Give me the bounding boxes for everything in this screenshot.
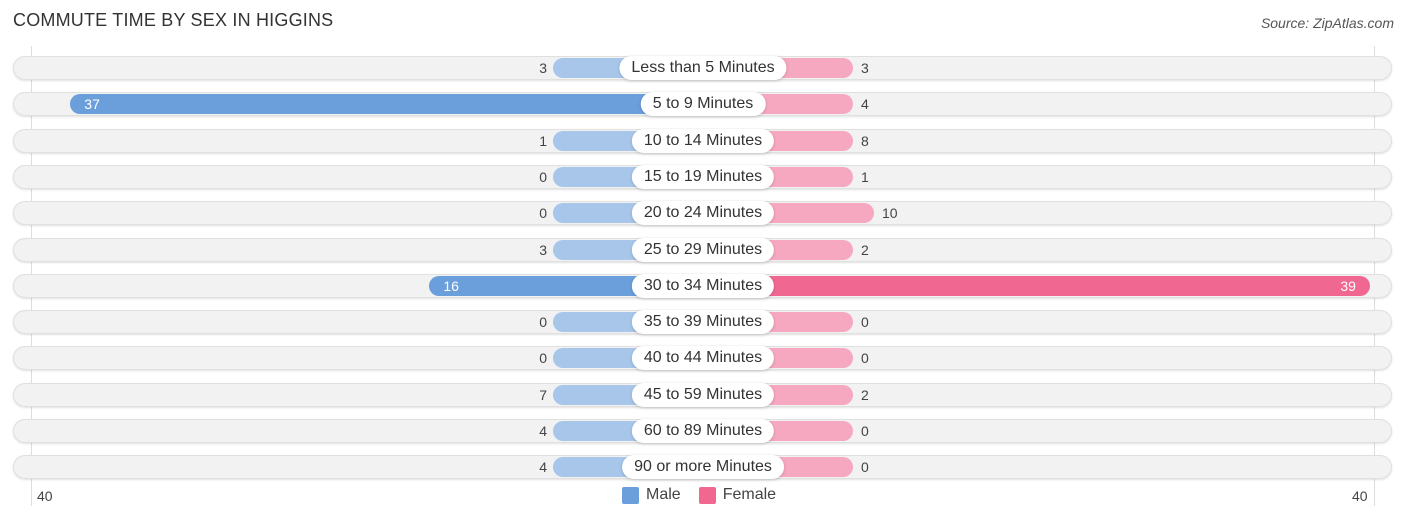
right-axis-tick: 40: [1352, 488, 1368, 504]
legend-item-male[interactable]: Male: [622, 486, 681, 504]
value-male-40-to-44-minutes: 0: [539, 350, 547, 367]
value-female-90-or-more-minutes: 0: [861, 459, 869, 476]
bar-female-30-to-34-minutes[interactable]: [703, 275, 1370, 296]
value-female-60-to-89-minutes: 0: [861, 423, 869, 439]
chart-title: COMMUTE TIME BY SEX IN HIGGINS: [13, 10, 334, 30]
category-label-20-to-24-minutes: 20 to 24 Minutes: [631, 201, 775, 226]
legend: Male Female: [622, 486, 786, 504]
value-male-20-to-24-minutes: 0: [539, 205, 547, 222]
legend-label-male: Male: [646, 486, 681, 503]
value-female-20-to-24-minutes: 10: [882, 205, 898, 222]
category-label-5-to-9-minutes: 5 to 9 Minutes: [640, 92, 766, 117]
value-female-10-to-14-minutes: 8: [861, 132, 869, 149]
value-male-15-to-19-minutes: 0: [539, 168, 547, 185]
value-female-25-to-29-minutes: 2: [861, 241, 869, 258]
category-label-90-or-more-minutes: 90 or more Minutes: [622, 455, 784, 480]
value-female-15-to-19-minutes: 1: [861, 168, 869, 185]
category-label-10-to-14-minutes: 10 to 14 Minutes: [631, 128, 775, 153]
value-male-90-or-more-minutes: 4: [539, 459, 547, 476]
value-male-45-to-59-minutes: 7: [539, 386, 547, 403]
category-label-25-to-29-minutes: 25 to 29 Minutes: [631, 237, 775, 262]
value-female-40-to-44-minutes: 0: [861, 350, 869, 367]
legend-swatch-female: [698, 486, 716, 504]
value-male-10-to-14-minutes: 1: [539, 132, 547, 149]
category-label-45-to-59-minutes: 45 to 59 Minutes: [631, 382, 775, 407]
left-axis-tick: 40: [37, 488, 53, 504]
value-female-less-than-5-minutes: 3: [861, 60, 869, 76]
category-label-30-to-34-minutes: 30 to 34 Minutes: [631, 273, 775, 298]
value-male-35-to-39-minutes: 0: [539, 314, 547, 331]
value-male-25-to-29-minutes: 3: [539, 241, 547, 258]
bar-male-5-to-9-minutes[interactable]: [70, 94, 703, 115]
category-label-15-to-19-minutes: 15 to 19 Minutes: [631, 164, 775, 189]
category-label-less-than-5-minutes: Less than 5 Minutes: [619, 56, 787, 80]
source-label: Source: ZipAtlas.com: [1260, 15, 1394, 31]
value-male-60-to-89-minutes: 4: [539, 423, 547, 439]
legend-swatch-male: [622, 486, 639, 504]
value-female-5-to-9-minutes: 4: [861, 96, 869, 113]
value-male-5-to-9-minutes: 37: [84, 96, 100, 113]
legend-label-female: Female: [722, 486, 777, 503]
category-label-40-to-44-minutes: 40 to 44 Minutes: [631, 346, 775, 371]
value-female-45-to-59-minutes: 2: [861, 386, 869, 403]
value-female-30-to-34-minutes: 39: [1340, 277, 1356, 294]
category-label-60-to-89-minutes: 60 to 89 Minutes: [631, 419, 775, 443]
legend-item-female[interactable]: Female: [698, 486, 777, 504]
value-male-30-to-34-minutes: 16: [443, 277, 459, 294]
value-male-less-than-5-minutes: 3: [539, 60, 547, 76]
category-label-35-to-39-minutes: 35 to 39 Minutes: [631, 310, 775, 335]
value-female-35-to-39-minutes: 0: [861, 314, 869, 331]
